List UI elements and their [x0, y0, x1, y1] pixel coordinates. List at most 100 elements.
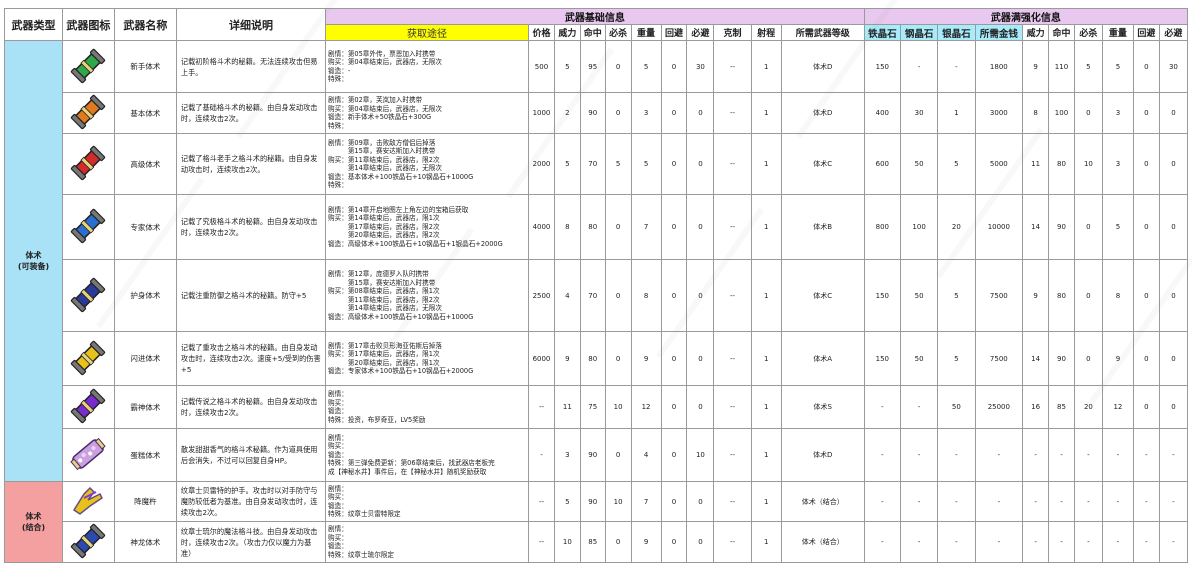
enh-必杀: 20 — [1073, 385, 1103, 429]
route-line: 特殊： — [328, 75, 348, 83]
header-icon: 武器图标 — [61, 8, 115, 41]
basic-所需武器等级: 体术A — [780, 331, 865, 386]
purple-scroll-icon — [63, 387, 113, 427]
enh-所需金钱: - — [974, 428, 1024, 482]
basic-重量: 5 — [630, 40, 662, 93]
enh-铁晶石: 800 — [863, 194, 901, 260]
enh-必杀: - — [1073, 521, 1103, 563]
header-name: 武器名称 — [113, 8, 177, 41]
route-line: 购买：第11章结束后，武器店，限2次 — [328, 155, 440, 164]
enh-威力: 8 — [1022, 92, 1050, 134]
enh-必杀: 10 — [1073, 133, 1103, 195]
weapon-name: 闪进体术 — [113, 331, 177, 386]
enh-必避: 0 — [1158, 331, 1189, 386]
weapon-row: 基本体术 记载了基础格斗术的秘籍。由自身发动攻击时，连续攻击2次。 剧情：第02章，… — [5, 92, 1189, 134]
enh-必避: 0 — [1158, 92, 1189, 134]
basic-所需武器等级: 体术D — [780, 428, 865, 482]
route-line: 剧情：第12章，庞德罗入队时携带 — [328, 270, 429, 278]
header-basic-4: 重量 — [630, 24, 662, 41]
basic-必杀: 0 — [604, 428, 632, 482]
basic-威力: 9 — [553, 331, 581, 386]
weapon-description: 纹章士琉尔的魔法格斗技。由自身发动攻击时，连续攻击2次。（攻击力仅以魔力为基准） — [175, 521, 327, 563]
enh-钢晶石: - — [899, 385, 939, 429]
weapon-description: 记载了究极格斗术的秘籍。由自身发动攻击时，连续攻击2次。 — [175, 194, 327, 260]
enh-必杀: 0 — [1073, 259, 1103, 332]
basic-必避: 10 — [686, 428, 715, 482]
route-line: 剧情：第09章，击败敌方僧侣后掉落 — [328, 138, 436, 147]
basic-重量: 5 — [630, 133, 662, 195]
basic-威力: 5 — [553, 133, 581, 195]
basic-必杀: 10 — [604, 481, 632, 522]
route-line: 剧情： — [328, 484, 348, 493]
header-basic-2: 命中 — [579, 24, 606, 41]
enh-铁晶石: 150 — [863, 331, 901, 386]
header-basic-3: 必杀 — [604, 24, 632, 41]
route-line: 锻造：基本体术+100铁晶石+10钢晶石+1000G — [328, 172, 474, 181]
basic-价格: 4000 — [528, 194, 555, 260]
enh-重量: 8 — [1101, 259, 1134, 332]
enh-铁晶石: - — [863, 481, 901, 522]
enh-命中: 80 — [1048, 133, 1075, 195]
basic-必避: 0 — [686, 259, 715, 332]
enh-重量: 3 — [1101, 92, 1134, 134]
header-enh-1: 钢晶石 — [899, 24, 939, 41]
acquisition-route: 剧情：第14章开启地图左上角左边的宝箱后获取 购买：第14章结束后，武器店，限1次… — [325, 194, 530, 260]
enh-重量: - — [1101, 481, 1134, 522]
enh-命中: 90 — [1048, 331, 1075, 386]
route-line: 购买：第04章结束后，武器店，无限次 — [328, 104, 442, 113]
header-basic-9: 所需武器等级 — [780, 24, 865, 41]
enh-所需金钱: 1800 — [974, 40, 1024, 93]
weapon-row: 体术 (可装备) 新手体术 记载初阶格斗术的秘籍。无法连续攻击但易上手。 剧情：第05… — [4, 40, 1189, 482]
enh-所需金钱: 25000 — [974, 385, 1024, 429]
icon-cell — [61, 331, 115, 386]
weapon-row: 神龙体术 纹章士琉尔的魔法格斗技。由自身发动攻击时，连续攻击2次。（攻击力仅以魔力… — [5, 521, 1189, 563]
route-line: 锻造： — [328, 450, 348, 459]
basic-重量: 12 — [630, 385, 662, 429]
basic-射程: 1 — [750, 521, 782, 563]
header-enh-9: 必避 — [1158, 24, 1189, 41]
weapon-description: 散发甜甜香气的格斗术秘籍。作为道具使用后会消失，不过可以回复自身HP。 — [175, 428, 327, 482]
basic-重量: 9 — [630, 331, 662, 386]
route-line: 购买： — [328, 533, 348, 542]
acquisition-route: 剧情： 购买： 锻造： 特殊：纹章士琉尔限定 — [325, 521, 530, 563]
route-line: 购买：第17章结束后，武器店，限1次 — [328, 350, 440, 358]
enh-重量: 5 — [1101, 40, 1134, 93]
enh-重量: - — [1101, 428, 1134, 482]
weapon-row: 专家体术 记载了究极格斗术的秘籍。由自身发动攻击时，连续攻击2次。 剧情：第14章开… — [5, 194, 1189, 260]
icon-cell — [61, 385, 115, 429]
basic-价格: 2000 — [528, 133, 555, 195]
basic-重量: 3 — [630, 92, 662, 134]
weapon-name: 专家体术 — [113, 194, 177, 260]
basic-命中: 85 — [579, 521, 606, 563]
basic-克制: -- — [713, 92, 752, 134]
enh-回避: 0 — [1132, 331, 1160, 386]
route-line: 剧情： — [328, 433, 348, 442]
basic-命中: 70 — [579, 133, 606, 195]
basic-必杀: 5 — [604, 133, 632, 195]
route-line: 特殊：投资，布罗奇亚，LV5奖励 — [328, 415, 426, 424]
route-line: 锻造： — [328, 407, 348, 415]
weapon-description: 记载初阶格斗术的秘籍。无法连续攻击但易上手。 — [175, 40, 327, 93]
enh-必避: 30 — [1158, 40, 1189, 93]
basic-重量: 4 — [630, 428, 662, 482]
enh-回避: - — [1132, 481, 1160, 522]
enh-重量: 3 — [1101, 133, 1134, 195]
red-scroll-icon — [63, 144, 113, 184]
weapon-row: 高级体术 记载了格斗老手之格斗术的秘籍。由自身发动攻击时，连续攻击2次。 剧情：第0… — [5, 133, 1189, 195]
acquisition-route: 剧情： 购买： 锻造： 特殊：第三弹免费更新：第06章结束后，找武器店老板完 成【神秘水… — [325, 428, 530, 482]
blue-scroll-icon — [63, 207, 113, 247]
basic-克制: -- — [713, 259, 752, 332]
basic-克制: -- — [713, 133, 752, 195]
route-line: 锻造：- — [328, 66, 351, 75]
route-line: 第15章，赛安达斯加入时携带 — [328, 278, 436, 287]
enh-必避: 0 — [1158, 385, 1189, 429]
route-line: 锻造：高级体术+100铁晶石+10钢晶石+1银晶石+2000G — [328, 239, 503, 248]
route-line: 第20章结束后，武器店，限2次 — [328, 231, 440, 240]
basic-命中: 90 — [579, 481, 606, 522]
enh-回避: 0 — [1132, 194, 1160, 260]
enh-重量: 9 — [1101, 331, 1134, 386]
icon-cell — [61, 428, 115, 482]
basic-射程: 1 — [750, 92, 782, 134]
route-line: 购买：第14章结束后，武器店，限1次 — [328, 214, 440, 223]
weapon-name: 降魔杵 — [113, 481, 177, 522]
